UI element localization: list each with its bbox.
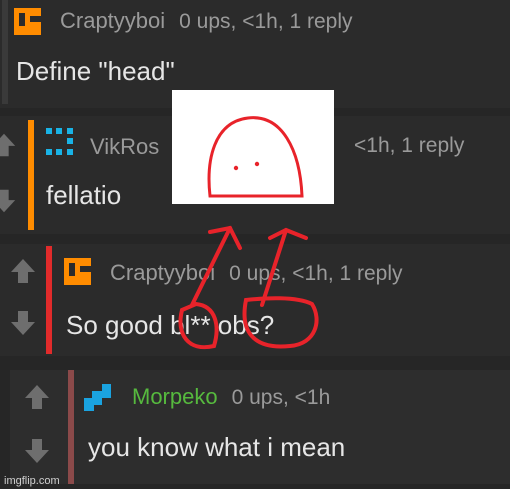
comment-username[interactable]: VikRos — [90, 134, 159, 160]
user-avatar-orange[interactable] — [14, 8, 41, 35]
user-avatar-blue[interactable] — [84, 384, 111, 411]
user-avatar-cyan[interactable] — [46, 128, 73, 155]
drawing-panel — [172, 90, 334, 204]
arrow-up-icon — [11, 259, 35, 283]
arrow-down-icon — [0, 189, 16, 213]
arrow-up-icon — [0, 133, 16, 157]
upvote-button[interactable] — [14, 374, 60, 420]
upvote-button[interactable] — [0, 122, 18, 168]
comment-username[interactable]: Morpeko — [132, 384, 218, 410]
comment-thread-bar — [2, 0, 8, 104]
upvote-button[interactable] — [0, 248, 46, 294]
comment-thread-bar — [28, 120, 34, 230]
comment-meta: 0 ups, <1h, 1 reply — [179, 10, 353, 33]
comment-meta: 0 ups, <1h, 1 reply — [229, 262, 403, 285]
downvote-button[interactable] — [0, 300, 46, 346]
comment-3: Craptyyboi 0 ups, <1h, 1 reply So good b… — [0, 244, 510, 356]
comment-text: you know what i mean — [88, 432, 346, 462]
arrow-down-icon — [11, 311, 35, 335]
comment-thread-bar — [68, 370, 74, 484]
arrow-up-icon — [25, 385, 49, 409]
comment-text: Define "head" — [16, 56, 175, 86]
arrow-down-icon — [25, 439, 49, 463]
comment-text: So good bl** obs? — [66, 310, 275, 340]
comment-username[interactable]: Craptyyboi — [60, 8, 165, 34]
comment-username[interactable]: Craptyyboi — [110, 260, 215, 286]
comment-4: Morpeko 0 ups, <1h you know what i mean — [10, 370, 510, 484]
watermark-text: imgflip.com — [4, 475, 60, 487]
comment-text: fellatio — [46, 180, 122, 210]
comment-meta: <1h, 1 reply — [354, 134, 465, 157]
comment-thread-bar — [46, 246, 52, 354]
downvote-button[interactable] — [14, 428, 60, 474]
comment-meta: 0 ups, <1h — [231, 386, 331, 409]
downvote-button[interactable] — [0, 178, 18, 224]
user-avatar-orange[interactable] — [64, 258, 91, 285]
